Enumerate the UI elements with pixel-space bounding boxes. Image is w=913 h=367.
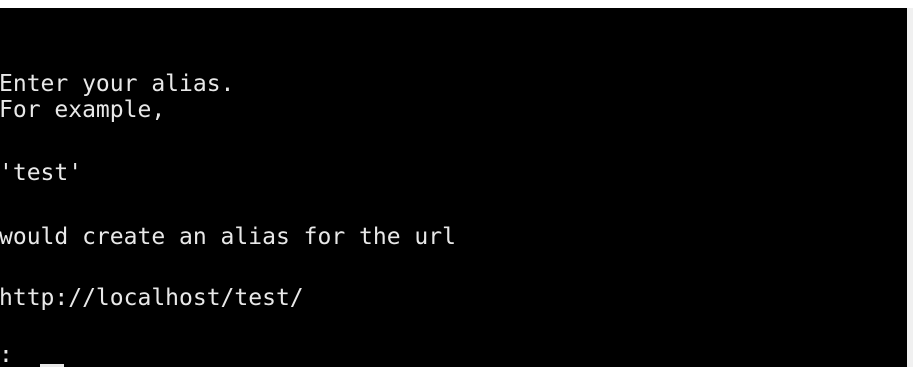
prompt-line-1: Enter your alias. <box>0 71 235 97</box>
input-prompt[interactable]: : <box>0 342 27 367</box>
console-window[interactable]: Enter your alias. For example, 'test' wo… <box>0 8 907 367</box>
example-url-line: http://localhost/test/ <box>0 285 304 311</box>
prompt-line-2: For example, <box>0 97 166 123</box>
screen: Enter your alias. For example, 'test' wo… <box>0 0 913 367</box>
example-alias-line: 'test' <box>0 160 83 186</box>
window-edge <box>907 8 913 367</box>
description-line: would create an alias for the url <box>0 224 456 250</box>
